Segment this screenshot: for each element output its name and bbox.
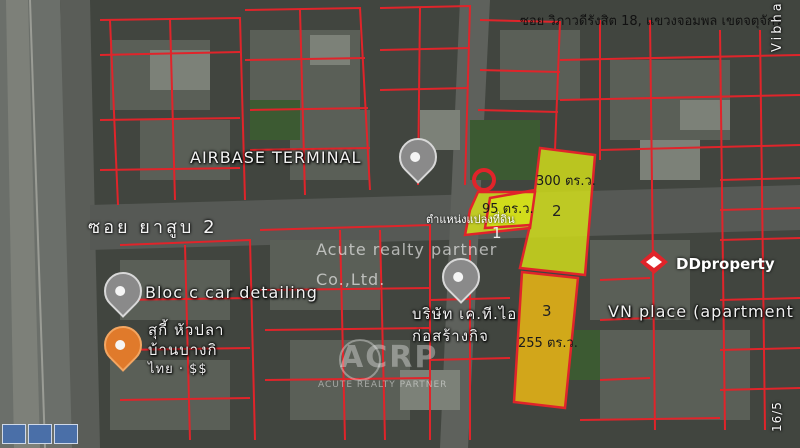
bloc-car-detailing-label[interactable]: Bloc c car detailing [145,283,318,302]
parcel-2-number-label: 2 [552,202,562,220]
watermark-company-2: Co.,Ltd. [316,270,386,289]
parcel-3-number-label: 3 [542,302,552,320]
vn-place-label[interactable]: VN place (apartment [608,302,794,321]
restaurant-label-3[interactable]: ไทย · $$ [148,358,208,379]
street-label-vibha: Vibha [770,0,785,52]
company-label-1[interactable]: บริษัท เค.ที.ไอ [412,302,517,326]
address-caption: ซอย วิภาวดีรังสิต 18, แขวงจอมพล เขตจตุจั… [520,14,782,29]
watermark-company: Acute realty partner [316,240,498,259]
map-control-button-3[interactable] [54,424,78,444]
map-control-button-2[interactable] [28,424,52,444]
watermark-logo-sub: ACUTE REALTY PARTNER [318,380,448,390]
parcel-2-area-label: 300 ตร.ว. [536,174,596,189]
satellite-map[interactable]: ซอย วิภาวดีรังสิต 18, แขวงจอมพล เขตจตุจั… [0,0,800,448]
parcel-3-area-label: 255 ตร.ว. [518,336,578,351]
ddproperty-brand: DDproperty [676,255,775,273]
airbase-terminal-label[interactable]: AIRBASE TERMINAL [190,148,361,167]
street-label-soi: ซอย ยาสูบ 2 [88,217,218,238]
company-label-2[interactable]: ก่อสร้างกิจ [412,324,489,348]
street-label-number: 16/5 [770,401,784,432]
map-control-button-1[interactable] [2,424,26,444]
location-marker-icon [472,168,496,192]
